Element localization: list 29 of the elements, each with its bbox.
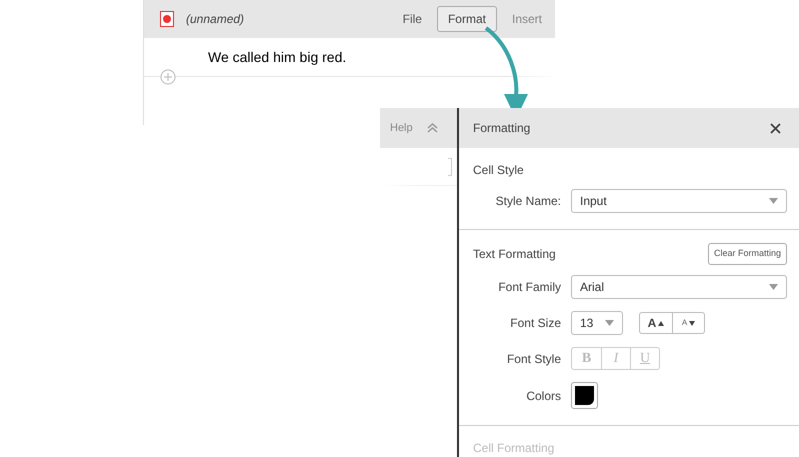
- notebook-title: (unnamed): [186, 11, 244, 28]
- field-label: Font Style: [506, 350, 561, 368]
- panel-title: Formatting: [473, 120, 530, 137]
- increase-font-button[interactable]: A: [640, 313, 672, 333]
- font-size-dropdown[interactable]: 13: [571, 311, 623, 335]
- section-heading: Cell Formatting: [473, 441, 554, 455]
- field-label: Style Name:: [494, 193, 561, 210]
- dropdown-caret-icon: [769, 198, 778, 204]
- field-label: Font Family: [497, 279, 561, 296]
- notebook-logo-icon: [160, 11, 174, 27]
- down-triangle-icon: [689, 320, 696, 326]
- field-edge: [448, 158, 452, 176]
- dropdown-caret-icon: [769, 284, 778, 290]
- close-icon[interactable]: [770, 122, 781, 134]
- menu-item[interactable]: File: [392, 6, 433, 32]
- dropdown-caret-icon: [605, 320, 614, 326]
- menu-item[interactable]: Format: [436, 6, 497, 32]
- field-label: Font Size: [509, 315, 561, 332]
- cell-text: We called him big red.: [208, 48, 346, 67]
- up-triangle-icon: [658, 320, 664, 326]
- decrease-font-button[interactable]: A: [672, 313, 704, 333]
- font-family-dropdown[interactable]: Arial: [571, 275, 787, 299]
- style-name-dropdown[interactable]: Input: [571, 189, 787, 213]
- section-heading: Cell Style: [473, 162, 525, 179]
- color-swatch[interactable]: [571, 382, 598, 409]
- section-heading: Text Formatting: [473, 246, 556, 263]
- add-cell-icon[interactable]: [160, 69, 176, 85]
- field-label: Colors: [525, 388, 561, 404]
- clear-formatting-button[interactable]: Clear Formatting: [708, 243, 787, 265]
